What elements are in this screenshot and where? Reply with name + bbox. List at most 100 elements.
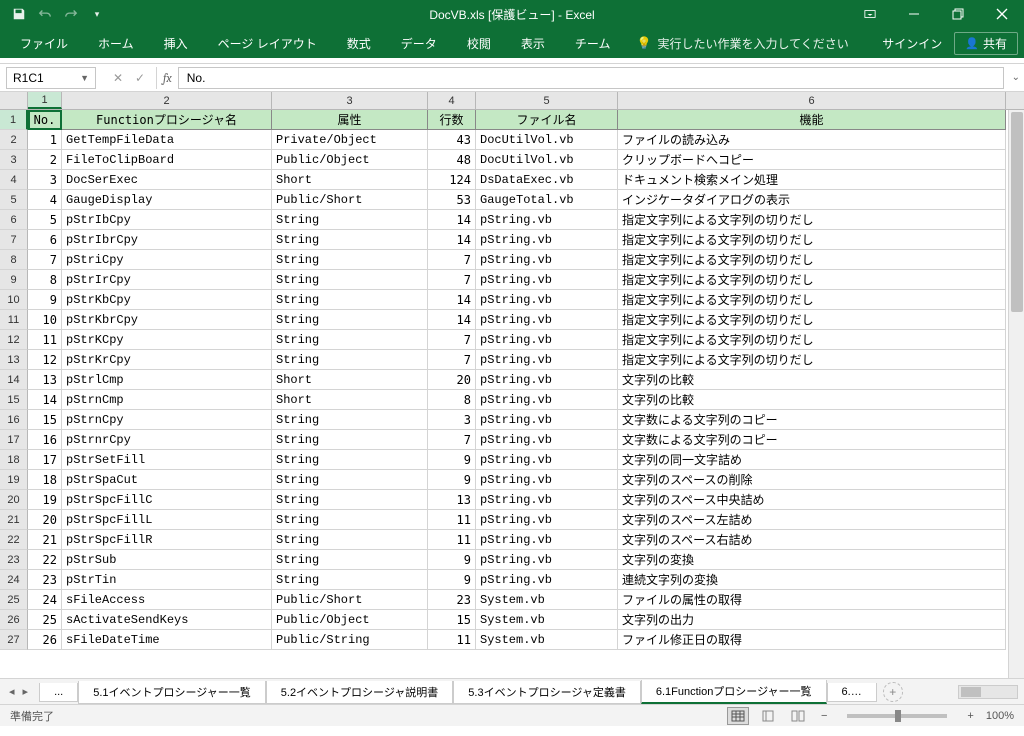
cell-lines[interactable]: 7 bbox=[428, 430, 476, 450]
grid-body[interactable]: 1 No. Functionプロシージャ名 属性 行数 ファイル名 機能 21G… bbox=[0, 110, 1024, 678]
cell-no-header[interactable]: No. bbox=[28, 110, 62, 130]
cancel-formula-button[interactable]: ✕ bbox=[108, 68, 128, 88]
tab-data[interactable]: データ bbox=[387, 31, 451, 56]
cell-feat[interactable]: ドキュメント検索メイン処理 bbox=[618, 170, 1006, 190]
sheet-tab-5-1[interactable]: 5.1イベントプロシージャー一覧 bbox=[78, 681, 266, 704]
cell-file[interactable]: pString.vb bbox=[476, 570, 618, 590]
cell-file[interactable]: DocUtilVol.vb bbox=[476, 130, 618, 150]
ribbon-options-button[interactable] bbox=[848, 0, 892, 28]
cell-attr[interactable]: String bbox=[272, 270, 428, 290]
cell-attr[interactable]: String bbox=[272, 310, 428, 330]
cell-func[interactable]: sFileDateTime bbox=[62, 630, 272, 650]
tab-file[interactable]: ファイル bbox=[6, 31, 82, 56]
normal-view-button[interactable] bbox=[727, 707, 749, 725]
cell-file[interactable]: pString.vb bbox=[476, 270, 618, 290]
cell-attr[interactable]: String bbox=[272, 510, 428, 530]
name-box[interactable]: R1C1 ▼ bbox=[6, 67, 96, 89]
cell-feat[interactable]: ファイルの属性の取得 bbox=[618, 590, 1006, 610]
cell-lines[interactable]: 9 bbox=[428, 450, 476, 470]
cell-no[interactable]: 20 bbox=[28, 510, 62, 530]
row-header[interactable]: 19 bbox=[0, 470, 28, 490]
cell-lines[interactable]: 53 bbox=[428, 190, 476, 210]
cell-lines[interactable]: 14 bbox=[428, 310, 476, 330]
cell-feat[interactable]: 文字列の同一文字詰め bbox=[618, 450, 1006, 470]
cell-file[interactable]: GaugeTotal.vb bbox=[476, 190, 618, 210]
cell-attr[interactable]: String bbox=[272, 550, 428, 570]
cell-lines[interactable]: 7 bbox=[428, 270, 476, 290]
cell-func[interactable]: pStrKbCpy bbox=[62, 290, 272, 310]
cell-attr[interactable]: Short bbox=[272, 370, 428, 390]
sheet-nav-next[interactable]: ▸ bbox=[20, 685, 32, 698]
cell-file[interactable]: pString.vb bbox=[476, 370, 618, 390]
cell-file[interactable]: pString.vb bbox=[476, 490, 618, 510]
row-header[interactable]: 7 bbox=[0, 230, 28, 250]
cell-no[interactable]: 1 bbox=[28, 130, 62, 150]
sheet-tab-more[interactable]: ... bbox=[39, 683, 78, 702]
cell-lines[interactable]: 9 bbox=[428, 550, 476, 570]
share-button[interactable]: 👤 共有 bbox=[954, 32, 1018, 55]
cell-file[interactable]: System.vb bbox=[476, 610, 618, 630]
page-break-view-button[interactable] bbox=[787, 707, 809, 725]
cell-file[interactable]: pString.vb bbox=[476, 430, 618, 450]
cell-file[interactable]: pString.vb bbox=[476, 470, 618, 490]
cell-feat[interactable]: 文字列の出力 bbox=[618, 610, 1006, 630]
cell-file[interactable]: pString.vb bbox=[476, 250, 618, 270]
row-header[interactable]: 9 bbox=[0, 270, 28, 290]
cell-file[interactable]: pString.vb bbox=[476, 310, 618, 330]
cell-lines[interactable]: 7 bbox=[428, 350, 476, 370]
cell-feat-header[interactable]: 機能 bbox=[618, 110, 1006, 130]
cell-attr[interactable]: Public/Object bbox=[272, 610, 428, 630]
cell-func[interactable]: pStrSpcFillL bbox=[62, 510, 272, 530]
row-header[interactable]: 14 bbox=[0, 370, 28, 390]
cell-feat[interactable]: 文字列の比較 bbox=[618, 370, 1006, 390]
hscroll-thumb[interactable] bbox=[961, 687, 981, 697]
col-header-4[interactable]: 4 bbox=[428, 92, 476, 109]
row-header[interactable]: 12 bbox=[0, 330, 28, 350]
row-header[interactable]: 11 bbox=[0, 310, 28, 330]
cell-attr[interactable]: String bbox=[272, 410, 428, 430]
cell-feat[interactable]: インジケータダイアログの表示 bbox=[618, 190, 1006, 210]
expand-formula-bar-button[interactable]: ⌄ bbox=[1012, 72, 1020, 83]
tab-insert[interactable]: 挿入 bbox=[150, 31, 202, 56]
row-header[interactable]: 8 bbox=[0, 250, 28, 270]
sheet-nav-prev[interactable]: ◂ bbox=[6, 685, 18, 698]
cell-feat[interactable]: 文字列のスペース右詰め bbox=[618, 530, 1006, 550]
cell-lines[interactable]: 13 bbox=[428, 490, 476, 510]
row-header[interactable]: 1 bbox=[0, 110, 28, 130]
cell-file[interactable]: pString.vb bbox=[476, 290, 618, 310]
cell-func[interactable]: pStrIbrCpy bbox=[62, 230, 272, 250]
cell-lines[interactable]: 15 bbox=[428, 610, 476, 630]
cell-no[interactable]: 8 bbox=[28, 270, 62, 290]
zoom-in-button[interactable]: + bbox=[963, 710, 977, 722]
cell-no[interactable]: 22 bbox=[28, 550, 62, 570]
cell-no[interactable]: 11 bbox=[28, 330, 62, 350]
cell-no[interactable]: 18 bbox=[28, 470, 62, 490]
col-header-3[interactable]: 3 bbox=[272, 92, 428, 109]
row-header[interactable]: 26 bbox=[0, 610, 28, 630]
redo-button[interactable] bbox=[60, 3, 82, 25]
cell-lines[interactable]: 20 bbox=[428, 370, 476, 390]
cell-func[interactable]: pStrTin bbox=[62, 570, 272, 590]
cell-file-header[interactable]: ファイル名 bbox=[476, 110, 618, 130]
cell-no[interactable]: 13 bbox=[28, 370, 62, 390]
cell-file[interactable]: pString.vb bbox=[476, 230, 618, 250]
chevron-down-icon[interactable]: ▼ bbox=[80, 73, 89, 83]
cell-file[interactable]: pString.vb bbox=[476, 330, 618, 350]
row-header[interactable]: 16 bbox=[0, 410, 28, 430]
cell-no[interactable]: 25 bbox=[28, 610, 62, 630]
formula-input[interactable]: No. bbox=[178, 67, 1004, 89]
row-header[interactable]: 23 bbox=[0, 550, 28, 570]
cell-attr[interactable]: String bbox=[272, 250, 428, 270]
cell-attr[interactable]: Public/String bbox=[272, 630, 428, 650]
cell-lines[interactable]: 8 bbox=[428, 390, 476, 410]
cell-attr[interactable]: String bbox=[272, 350, 428, 370]
cell-lines-header[interactable]: 行数 bbox=[428, 110, 476, 130]
cell-no[interactable]: 4 bbox=[28, 190, 62, 210]
cell-lines[interactable]: 3 bbox=[428, 410, 476, 430]
cell-func[interactable]: sFileAccess bbox=[62, 590, 272, 610]
sheet-tab-6-next[interactable]: 6.… bbox=[827, 683, 877, 702]
cell-no[interactable]: 15 bbox=[28, 410, 62, 430]
cell-attr[interactable]: Private/Object bbox=[272, 130, 428, 150]
minimize-button[interactable] bbox=[892, 0, 936, 28]
cell-no[interactable]: 2 bbox=[28, 150, 62, 170]
